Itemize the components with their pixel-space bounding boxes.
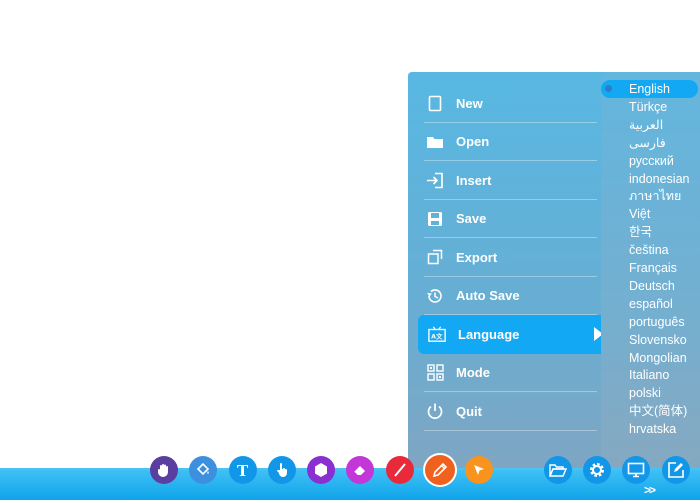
eraser-tool-button[interactable] xyxy=(346,456,374,484)
menu-item-language[interactable]: A文 Language xyxy=(418,315,607,354)
fill-tool-button[interactable] xyxy=(189,456,217,484)
language-option[interactable]: Français xyxy=(629,259,677,277)
menu-item-label: Language xyxy=(458,326,520,342)
save-icon xyxy=(426,210,444,228)
settings-button[interactable] xyxy=(583,456,611,484)
hexagon-icon xyxy=(313,462,329,478)
language-option[interactable]: hrvatska xyxy=(629,420,676,438)
line-icon xyxy=(392,462,408,478)
language-option[interactable]: indonesian xyxy=(629,170,689,188)
menu-item-label: Auto Save xyxy=(456,288,520,304)
menu-item-label: Export xyxy=(456,249,498,265)
power-icon xyxy=(426,402,444,420)
select-tool-button[interactable] xyxy=(465,456,493,484)
eraser-icon xyxy=(352,463,368,477)
menu-item-label: Save xyxy=(456,211,487,227)
pencil-icon xyxy=(431,461,449,479)
language-option[interactable]: Việt xyxy=(629,205,650,223)
pointer-hand-icon xyxy=(275,462,289,478)
insert-icon xyxy=(426,171,444,189)
svg-text:T: T xyxy=(237,462,249,478)
menu-item-open[interactable]: Open xyxy=(416,123,609,161)
hand-tool-button[interactable] xyxy=(150,456,178,484)
paint-bucket-icon xyxy=(195,462,211,478)
cursor-arrow-icon xyxy=(472,463,486,477)
menu-item-auto-save[interactable]: Auto Save xyxy=(416,277,609,315)
language-option[interactable]: čeština xyxy=(629,241,669,259)
export-icon xyxy=(426,248,444,266)
language-option[interactable]: ภาษาไทย xyxy=(629,187,681,205)
language-option[interactable]: 中文(简体) xyxy=(629,402,687,420)
language-option[interactable]: Slovensko xyxy=(629,331,687,349)
edit-square-icon xyxy=(667,461,685,479)
new-file-icon xyxy=(426,94,444,112)
language-option[interactable]: العربية xyxy=(629,116,663,134)
language-option[interactable]: Deutsch xyxy=(629,277,675,295)
language-option[interactable]: português xyxy=(629,313,685,331)
open-folder-icon xyxy=(549,463,567,478)
language-option[interactable]: español xyxy=(629,295,673,313)
line-tool-button[interactable] xyxy=(386,456,414,484)
menu-separator xyxy=(424,429,597,431)
menu-item-new[interactable]: New xyxy=(416,84,609,123)
language-option[interactable]: Türkçe xyxy=(629,98,667,116)
hand-icon xyxy=(157,462,171,478)
language-option[interactable]: Mongolian xyxy=(629,349,687,367)
menu-item-label: Insert xyxy=(456,172,492,188)
pen-tool-button[interactable] xyxy=(423,453,457,487)
menu-item-insert[interactable]: Insert xyxy=(416,161,609,200)
menu-item-label: Quit xyxy=(456,403,482,419)
language-option[interactable]: English xyxy=(601,80,698,98)
pointer-tool-button[interactable] xyxy=(268,456,296,484)
display-button[interactable] xyxy=(622,456,650,484)
expand-arrows-icon[interactable]: >> xyxy=(644,483,656,497)
language-option[interactable]: 한국 xyxy=(629,223,652,241)
gear-icon xyxy=(588,461,606,479)
monitor-icon xyxy=(627,462,645,478)
edit-button[interactable] xyxy=(662,456,690,484)
language-option[interactable]: русский xyxy=(629,152,674,170)
folder-icon xyxy=(426,133,444,151)
menu-item-quit[interactable]: Quit xyxy=(416,392,609,431)
language-submenu: English Türkçe العربية فارسی русский indonesi… xyxy=(601,72,700,472)
menu-item-label: Mode xyxy=(456,365,490,381)
shape-tool-button[interactable] xyxy=(307,456,335,484)
menu-list: New Open Insert Save Export Auto Save A … xyxy=(416,84,609,431)
svg-text:文: 文 xyxy=(436,332,443,341)
language-option[interactable]: فارسی xyxy=(629,134,666,152)
language-option[interactable]: Italiano xyxy=(629,366,669,384)
language-icon: A文 xyxy=(428,325,446,343)
text-tool-button[interactable]: T xyxy=(229,456,257,484)
menu-item-export[interactable]: Export xyxy=(416,238,609,277)
menu-item-label: Open xyxy=(456,134,490,150)
menu-item-mode[interactable]: Mode xyxy=(416,354,609,392)
menu-item-save[interactable]: Save xyxy=(416,200,609,238)
menu-item-label: New xyxy=(456,95,483,111)
text-icon: T xyxy=(235,462,251,478)
open-folder-button[interactable] xyxy=(544,456,572,484)
language-option[interactable]: polski xyxy=(629,384,661,402)
auto-save-icon xyxy=(426,287,444,305)
mode-icon xyxy=(426,364,444,382)
